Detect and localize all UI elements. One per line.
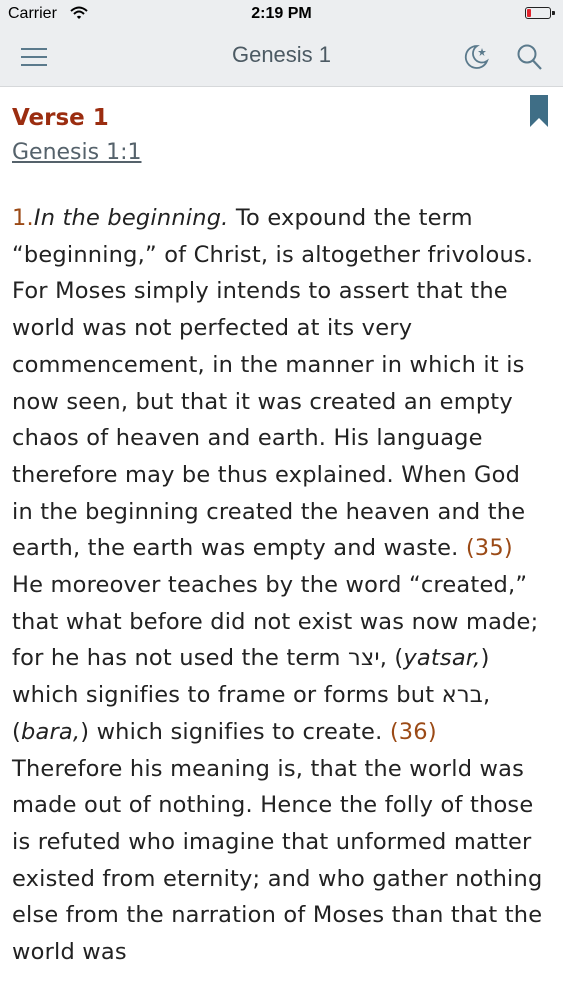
verse-heading: Verse 1 (12, 105, 109, 131)
footnote-link-35[interactable]: (35) (466, 535, 513, 561)
battery-icon (525, 7, 555, 19)
footnote-link-36[interactable]: (36) (390, 719, 437, 745)
text-segment: To expound the term “beginning,” of Chri… (12, 205, 534, 562)
navigation-bar: Genesis 1 (0, 28, 563, 87)
night-mode-icon[interactable] (462, 42, 492, 72)
transliteration: bara, (20, 718, 81, 745)
hebrew-word: ברא (441, 682, 483, 709)
hebrew-word: יצר (348, 645, 380, 672)
verse-content: Verse 1 Genesis 1:1 1.In the beginning. … (12, 100, 547, 971)
commentary-text: 1.In the beginning. To expound the term … (12, 200, 547, 971)
verse-reference-link[interactable]: Genesis 1:1 (12, 136, 142, 170)
clock-time: 2:19 PM (251, 5, 312, 22)
search-icon[interactable] (514, 42, 544, 72)
status-bar: Carrier 2:19 PM (0, 0, 563, 28)
text-segment: , ( (379, 645, 404, 672)
transliteration: yatsar, (403, 645, 481, 672)
lead-phrase: In the beginning. (33, 205, 229, 231)
text-segment: Therefore his meaning is, that the world… (12, 755, 543, 966)
text-segment: ) which signifies to create. (80, 718, 390, 745)
commentary-number: 1. (12, 205, 34, 231)
